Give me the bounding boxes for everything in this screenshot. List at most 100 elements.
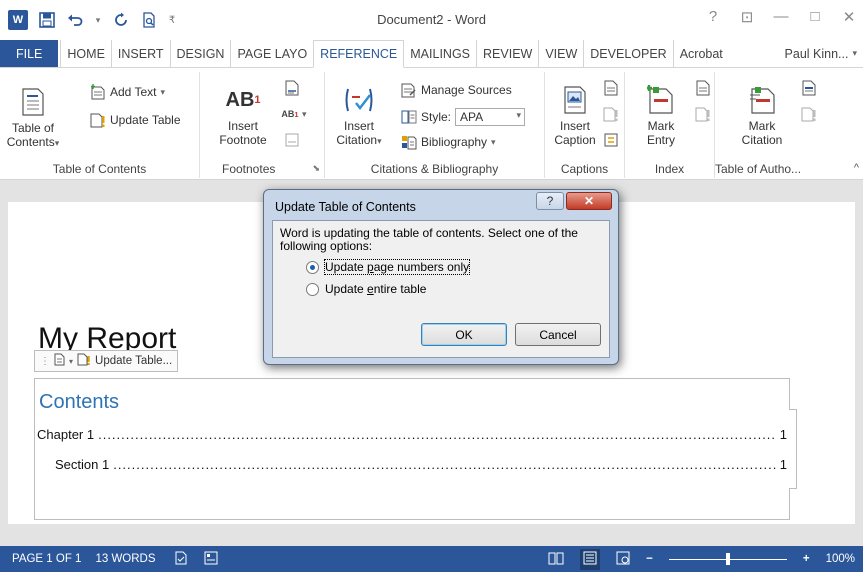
undo-icon[interactable] — [66, 11, 84, 29]
insert-footnote-label-line1: Insert — [227, 119, 258, 133]
update-table-of-figures-button[interactable] — [603, 106, 619, 122]
tab-page-layout[interactable]: PAGE LAYO — [230, 40, 313, 67]
tab-insert[interactable]: INSERT — [110, 40, 170, 67]
insert-endnote-button[interactable] — [284, 80, 300, 96]
tab-review[interactable]: REVIEW — [476, 40, 538, 67]
mark-entry-button[interactable]: Mark Entry — [639, 84, 683, 147]
group-index: Mark Entry Index — [625, 72, 715, 178]
drag-handle-icon[interactable]: ⋮ — [40, 356, 50, 367]
word-app-icon[interactable]: W — [8, 10, 28, 30]
toc-menu-icon[interactable] — [54, 353, 65, 369]
contents-heading: Contents — [39, 391, 120, 413]
tab-home[interactable]: HOME — [60, 40, 111, 67]
print-layout-icon[interactable] — [580, 548, 601, 570]
ribbon-display-icon[interactable]: ⊡ — [739, 8, 755, 26]
insert-table-of-figures-button[interactable] — [603, 80, 619, 96]
print-preview-icon[interactable] — [140, 11, 158, 29]
tab-file[interactable]: FILE — [0, 40, 59, 67]
tab-developer[interactable]: DEVELOPER — [583, 40, 672, 67]
add-text-button[interactable]: Add Text ▾ — [90, 84, 165, 100]
update-table-icon — [90, 112, 106, 128]
insert-citation-icon — [344, 84, 374, 116]
radio-update-page-numbers[interactable] — [306, 260, 319, 274]
insert-citation-button[interactable]: Insert Citation▾ — [331, 84, 387, 148]
zoom-out-button[interactable]: − — [646, 553, 653, 565]
toc-update-table-button[interactable]: Update Table... — [95, 355, 172, 367]
style-dropdown[interactable]: APA ▾ — [455, 108, 526, 126]
tab-references[interactable]: REFERENCE — [313, 40, 405, 68]
mark-citation-button[interactable]: Mark Citation — [737, 84, 787, 147]
update-index-icon — [695, 106, 711, 122]
minimize-icon[interactable]: — — [773, 8, 789, 26]
insert-table-of-authorities-button[interactable] — [801, 80, 817, 96]
update-table-button[interactable]: Update Table — [90, 112, 181, 128]
dropdown-caret-icon[interactable]: ▾ — [94, 11, 102, 29]
customize-toolbar-icon[interactable]: ₹ — [168, 11, 176, 29]
ribbon-tabs: FILE HOME INSERT DESIGN PAGE LAYO REFERE… — [0, 40, 863, 68]
show-notes-icon — [284, 132, 300, 148]
zoom-slider[interactable] — [668, 552, 787, 565]
tab-acrobat[interactable]: Acrobat — [672, 40, 729, 67]
zoom-in-button[interactable]: + — [803, 553, 810, 565]
read-mode-icon[interactable] — [548, 551, 564, 568]
style-selector[interactable]: Style: APA ▾ — [401, 108, 526, 126]
option-update-page-numbers[interactable]: Update page numbers only — [306, 259, 471, 275]
insert-footnote-icon: AB 1 — [226, 84, 261, 116]
quick-access-toolbar: W ▾ ₹ — [8, 10, 176, 30]
collapse-ribbon-icon[interactable]: ^ — [854, 162, 859, 174]
close-icon[interactable]: ✕ — [841, 8, 857, 26]
insert-index-button[interactable] — [695, 80, 711, 96]
save-icon[interactable] — [38, 11, 56, 29]
update-toc-dialog: Update Table of Contents ? ✕ Word is upd… — [263, 189, 619, 365]
cross-reference-button[interactable] — [603, 132, 619, 148]
dialog-help-button[interactable]: ? — [536, 192, 564, 210]
next-footnote-button[interactable]: AB 1 ▾ — [281, 106, 306, 122]
toc-leader-dots — [113, 457, 776, 472]
group-footnotes: AB 1 Insert Footnote AB 1 ▾ Footnotes ⬊ — [200, 72, 325, 178]
ok-button[interactable]: OK — [421, 323, 507, 346]
toc-entry-page: 1 — [779, 457, 787, 472]
zoom-slider-thumb[interactable] — [725, 552, 730, 565]
tab-mailings[interactable]: MAILINGS — [404, 40, 476, 67]
insert-endnote-icon — [284, 80, 300, 96]
insert-footnote-label-line2: Footnote — [219, 133, 267, 147]
zoom-level[interactable]: 100% — [826, 553, 855, 565]
page-count[interactable]: PAGE 1 OF 1 — [12, 553, 81, 565]
user-account[interactable]: Paul Kinn... ▾ — [779, 40, 863, 67]
tab-view[interactable]: VIEW — [538, 40, 583, 67]
option1-accelerator: p — [367, 260, 374, 274]
insert-citation-label-line1: Insert — [343, 119, 374, 133]
word-count[interactable]: 13 WORDS — [95, 553, 155, 565]
footnotes-dialog-launcher-icon[interactable]: ⬊ — [312, 163, 320, 174]
update-table-of-authorities-button[interactable] — [801, 106, 817, 122]
footnote-superscript-icon: 1 — [254, 94, 261, 106]
show-notes-button[interactable] — [284, 132, 300, 148]
insert-footnote-button[interactable]: AB 1 Insert Footnote — [214, 84, 272, 147]
table-of-contents-control[interactable]: Contents Chapter 1 1 Section 1 1 — [34, 378, 797, 520]
update-index-button[interactable] — [695, 106, 711, 122]
redo-icon[interactable] — [112, 11, 130, 29]
radio-update-entire-table[interactable] — [306, 282, 319, 296]
web-layout-icon[interactable] — [616, 551, 630, 568]
insert-citation-label-line2: Citation — [336, 133, 378, 147]
maximize-icon[interactable]: □ — [807, 8, 823, 26]
table-of-contents-button[interactable]: Table of Contents▾ — [6, 86, 60, 150]
view-and-zoom-controls: − + 100% — [548, 546, 855, 572]
manage-sources-button[interactable]: Manage Sources — [401, 82, 512, 98]
proofing-icon[interactable] — [174, 551, 188, 568]
macro-recording-icon[interactable] — [204, 551, 218, 568]
dialog-close-button[interactable]: ✕ — [566, 192, 612, 210]
insert-caption-label-line1: Insert — [559, 119, 590, 133]
chevron-down-icon[interactable]: ▾ — [69, 357, 73, 366]
option-update-entire-table[interactable]: Update entire table — [306, 282, 426, 296]
help-icon[interactable]: ? — [705, 8, 721, 26]
toc-entry[interactable]: Section 1 1 — [55, 457, 787, 472]
tab-design[interactable]: DESIGN — [169, 40, 231, 67]
cancel-button[interactable]: Cancel — [515, 323, 601, 346]
toc-entry-text: Section 1 — [55, 457, 110, 472]
insert-authorities-icon — [801, 80, 817, 96]
bibliography-button[interactable]: Bibliography ▾ — [401, 134, 496, 150]
option-update-entire-table-label: Update entire table — [325, 282, 426, 296]
toc-entry[interactable]: Chapter 1 1 — [37, 427, 787, 442]
insert-caption-button[interactable]: Insert Caption — [551, 84, 599, 147]
